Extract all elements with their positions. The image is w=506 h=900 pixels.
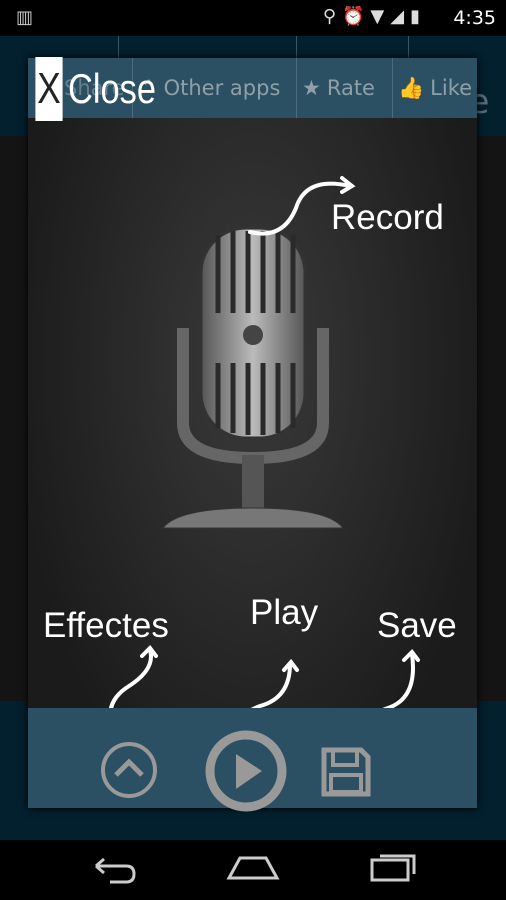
play-button[interactable]	[204, 729, 288, 813]
home-icon[interactable]	[225, 852, 281, 882]
clock: 4:35	[453, 7, 496, 29]
play-hint: Play	[250, 593, 319, 632]
save-hint: Save	[377, 606, 457, 645]
navigation-bar	[0, 840, 506, 900]
recent-apps-icon[interactable]	[368, 850, 420, 884]
status-icons: ⚲⏰▼◢▮	[322, 6, 426, 27]
effects-button[interactable]	[100, 741, 158, 799]
effects-hint: Effectes	[43, 606, 169, 645]
back-icon[interactable]	[88, 854, 138, 884]
record-hint: Record	[331, 198, 444, 237]
tutorial-overlay: Share ⌃ Other apps ★ Rate 👍 Like X Close Re…	[28, 57, 477, 812]
notification-icon: ▥	[16, 7, 34, 28]
hint-arrows	[108, 176, 420, 750]
overlay-bottom-bar	[28, 708, 477, 812]
save-button[interactable]	[321, 747, 371, 797]
status-bar: ▥ ⚲⏰▼◢▮ 4:35	[0, 0, 506, 36]
